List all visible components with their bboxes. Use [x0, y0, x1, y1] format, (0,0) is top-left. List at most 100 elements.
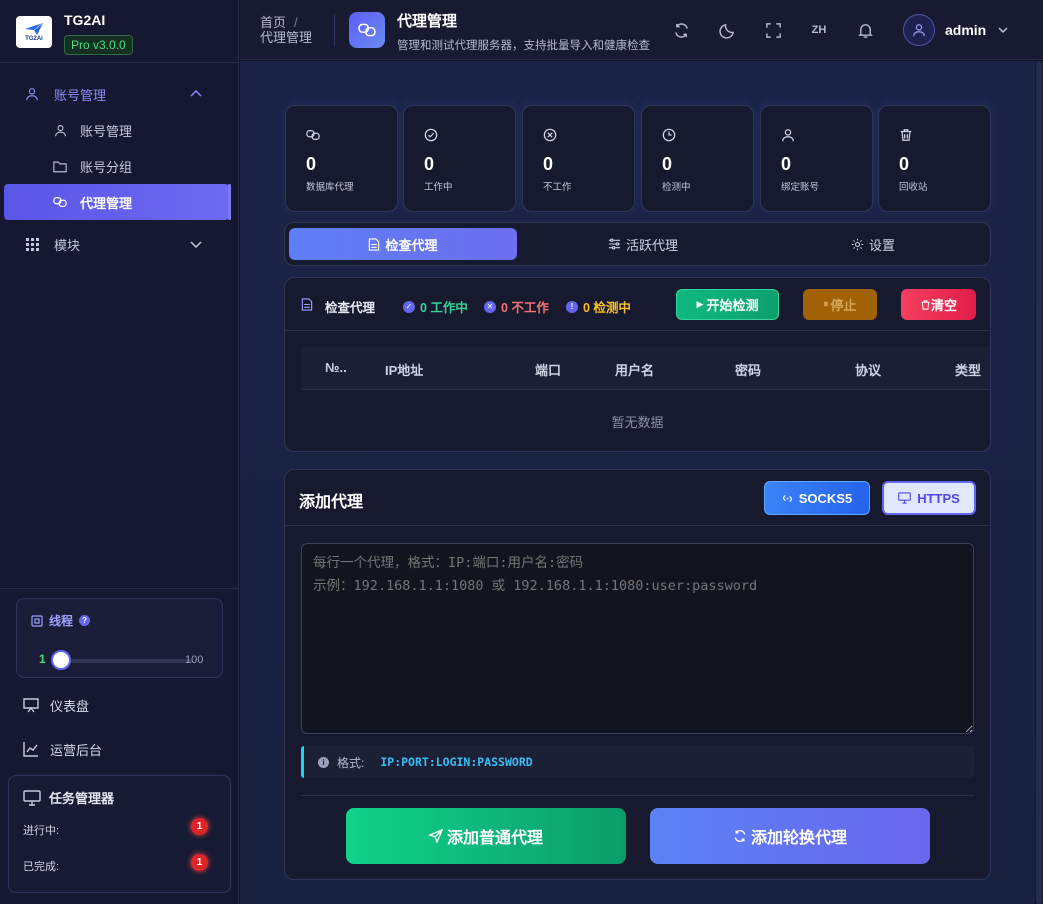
check-circle-icon [424, 128, 438, 142]
document-icon [301, 298, 313, 311]
scrollbar[interactable] [1035, 61, 1043, 904]
task-done-label: 已完成: [23, 861, 60, 873]
stat-value: 0 [662, 154, 673, 174]
divider [285, 525, 990, 526]
proxy-input[interactable] [301, 543, 974, 734]
add-proxy-panel: 添加代理 SOCKS5 HTTPS i 格式: IP:PORT:LOGIN:PA… [284, 469, 991, 880]
refresh-button[interactable] [670, 19, 692, 41]
stat-label: 工作中 [424, 182, 453, 193]
column-header-type[interactable]: 类型 [955, 360, 981, 379]
link-icon [306, 130, 320, 140]
socks5-button[interactable]: SOCKS5 [764, 481, 870, 515]
sidebar-item-modules[interactable]: 模块 [0, 226, 239, 262]
format-hint: i 格式: IP:PORT:LOGIN:PASSWORD [301, 746, 974, 778]
clock-icon [662, 128, 676, 142]
tab-check-proxy[interactable]: 检查代理 [289, 228, 517, 260]
sidebar-item-label: 账号管理 [80, 123, 133, 139]
trash-icon [900, 129, 912, 141]
tab-settings[interactable]: 设置 [759, 228, 987, 260]
play-icon: ▶ [696, 299, 704, 309]
stat-card-recycle-bin: 0 回收站 [878, 105, 991, 212]
fullscreen-icon [765, 22, 781, 38]
logo-text: TG2Ai [25, 35, 43, 42]
check-proxy-title: 检查代理 [325, 301, 376, 315]
add-rotating-proxy-button[interactable]: 添加轮换代理 [650, 808, 930, 864]
thread-max: 100 [185, 654, 204, 666]
link-icon [349, 12, 385, 48]
add-normal-proxy-button[interactable]: 添加普通代理 [346, 808, 626, 864]
theme-toggle-button[interactable] [716, 19, 738, 41]
thread-slider-track[interactable] [65, 659, 193, 663]
scrollbar-thumb[interactable] [1036, 61, 1042, 904]
help-icon[interactable]: ? [79, 615, 91, 626]
cpu-icon [31, 614, 43, 627]
add-normal-label: 添加普通代理 [446, 830, 543, 847]
sidebar-item-accounts[interactable]: 账号管理 [0, 112, 239, 148]
username[interactable]: admin [945, 22, 986, 38]
sidebar-link-dashboard[interactable]: 仪表盘 [0, 690, 239, 720]
start-check-button[interactable]: ▶ 开始检测 [676, 289, 779, 320]
sidebar-link-operations[interactable]: 运营后台 [0, 734, 239, 764]
folder-icon [52, 158, 68, 174]
breadcrumb-current: 代理管理 [260, 30, 313, 45]
chevron-down-icon[interactable] [189, 237, 203, 251]
logo: TG2Ai [16, 16, 52, 48]
chevron-down-icon[interactable] [997, 24, 1009, 36]
trash-icon [921, 299, 930, 310]
stat-label: 检测中 [662, 182, 691, 193]
stat-value: 0 [424, 154, 435, 174]
grid-icon [24, 236, 40, 252]
presentation-icon [23, 698, 39, 713]
sidebar-item-label: 账号分组 [80, 159, 133, 175]
column-header-ip[interactable]: IP地址 [385, 360, 423, 379]
notification-button[interactable] [854, 19, 876, 41]
tab-label: 活跃代理 [625, 237, 678, 253]
info-icon: i [318, 756, 329, 768]
sidebar-link-label: 仪表盘 [50, 698, 90, 714]
stat-value: 0 [781, 154, 792, 174]
breadcrumb-home[interactable]: 首页 [260, 15, 286, 30]
sidebar-bottom: 线程 ? 1 100 仪表盘 运营后台 任务管理器 进行中: 1 已完成: 1 [0, 588, 239, 893]
avatar[interactable] [903, 14, 935, 46]
stop-button[interactable]: ⏸ 停止 [803, 289, 877, 320]
stat-label: 数据库代理 [306, 182, 354, 193]
language-button[interactable]: ZH [808, 19, 830, 41]
sidebar-item-account-groups[interactable]: 账号分组 [0, 148, 239, 184]
check-proxy-header: 检查代理 ✓ 0 工作中 ✕ 0 不工作 ! 0 检测中 ▶ 开始检测 ⏸ 停止 清空 [285, 278, 990, 331]
stat-card-not-working: 0 不工作 [522, 105, 635, 212]
column-header-password[interactable]: 密码 [735, 360, 761, 379]
column-header-protocol[interactable]: 协议 [855, 360, 881, 379]
brand-name: TG2AI [64, 12, 106, 28]
column-header-port[interactable]: 端口 [535, 360, 561, 379]
refresh-icon [734, 830, 746, 842]
check-icon: ✓ [403, 300, 415, 313]
sidebar-nav: 账号管理 账号管理 账号分组 代理管理 模块 [0, 76, 239, 262]
link-icon [52, 194, 68, 210]
monitor-icon [898, 492, 912, 504]
sidebar-item-label: 代理管理 [80, 195, 133, 211]
task-manager-header[interactable]: 任务管理器 [23, 788, 114, 807]
https-button[interactable]: HTTPS [882, 481, 976, 515]
task-done-badge: 1 [191, 854, 208, 871]
stat-card-db-proxies: 0 数据库代理 [285, 105, 398, 212]
chevron-up-icon[interactable] [189, 87, 203, 101]
stat-label: 回收站 [899, 182, 928, 193]
working-count-text: 0 工作中 [420, 301, 468, 315]
tab-label: 设置 [868, 237, 895, 253]
pause-icon: ⏸ [823, 299, 829, 310]
sidebar-link-label: 运营后台 [50, 742, 103, 758]
fullscreen-button[interactable] [762, 19, 784, 41]
sidebar-item-proxy[interactable]: 代理管理 [4, 184, 231, 220]
document-icon [369, 237, 380, 251]
column-header-number[interactable]: №.. [325, 360, 347, 375]
chart-icon [23, 742, 38, 757]
tab-active-proxy[interactable]: 活跃代理 [529, 228, 757, 260]
thread-slider-handle[interactable] [51, 650, 71, 670]
sidebar: TG2Ai TG2AI Pro v3.0.0 账号管理 账号管理 账号分组 代理… [0, 0, 239, 904]
column-header-username[interactable]: 用户名 [615, 360, 654, 379]
add-proxy-title: 添加代理 [299, 494, 364, 511]
clear-button[interactable]: 清空 [901, 289, 976, 320]
page-subtitle: 管理和测试代理服务器，支持批量导入和健康检查 [397, 40, 650, 52]
task-running-badge: 1 [191, 818, 208, 835]
sidebar-item-account-group[interactable]: 账号管理 [0, 76, 239, 112]
